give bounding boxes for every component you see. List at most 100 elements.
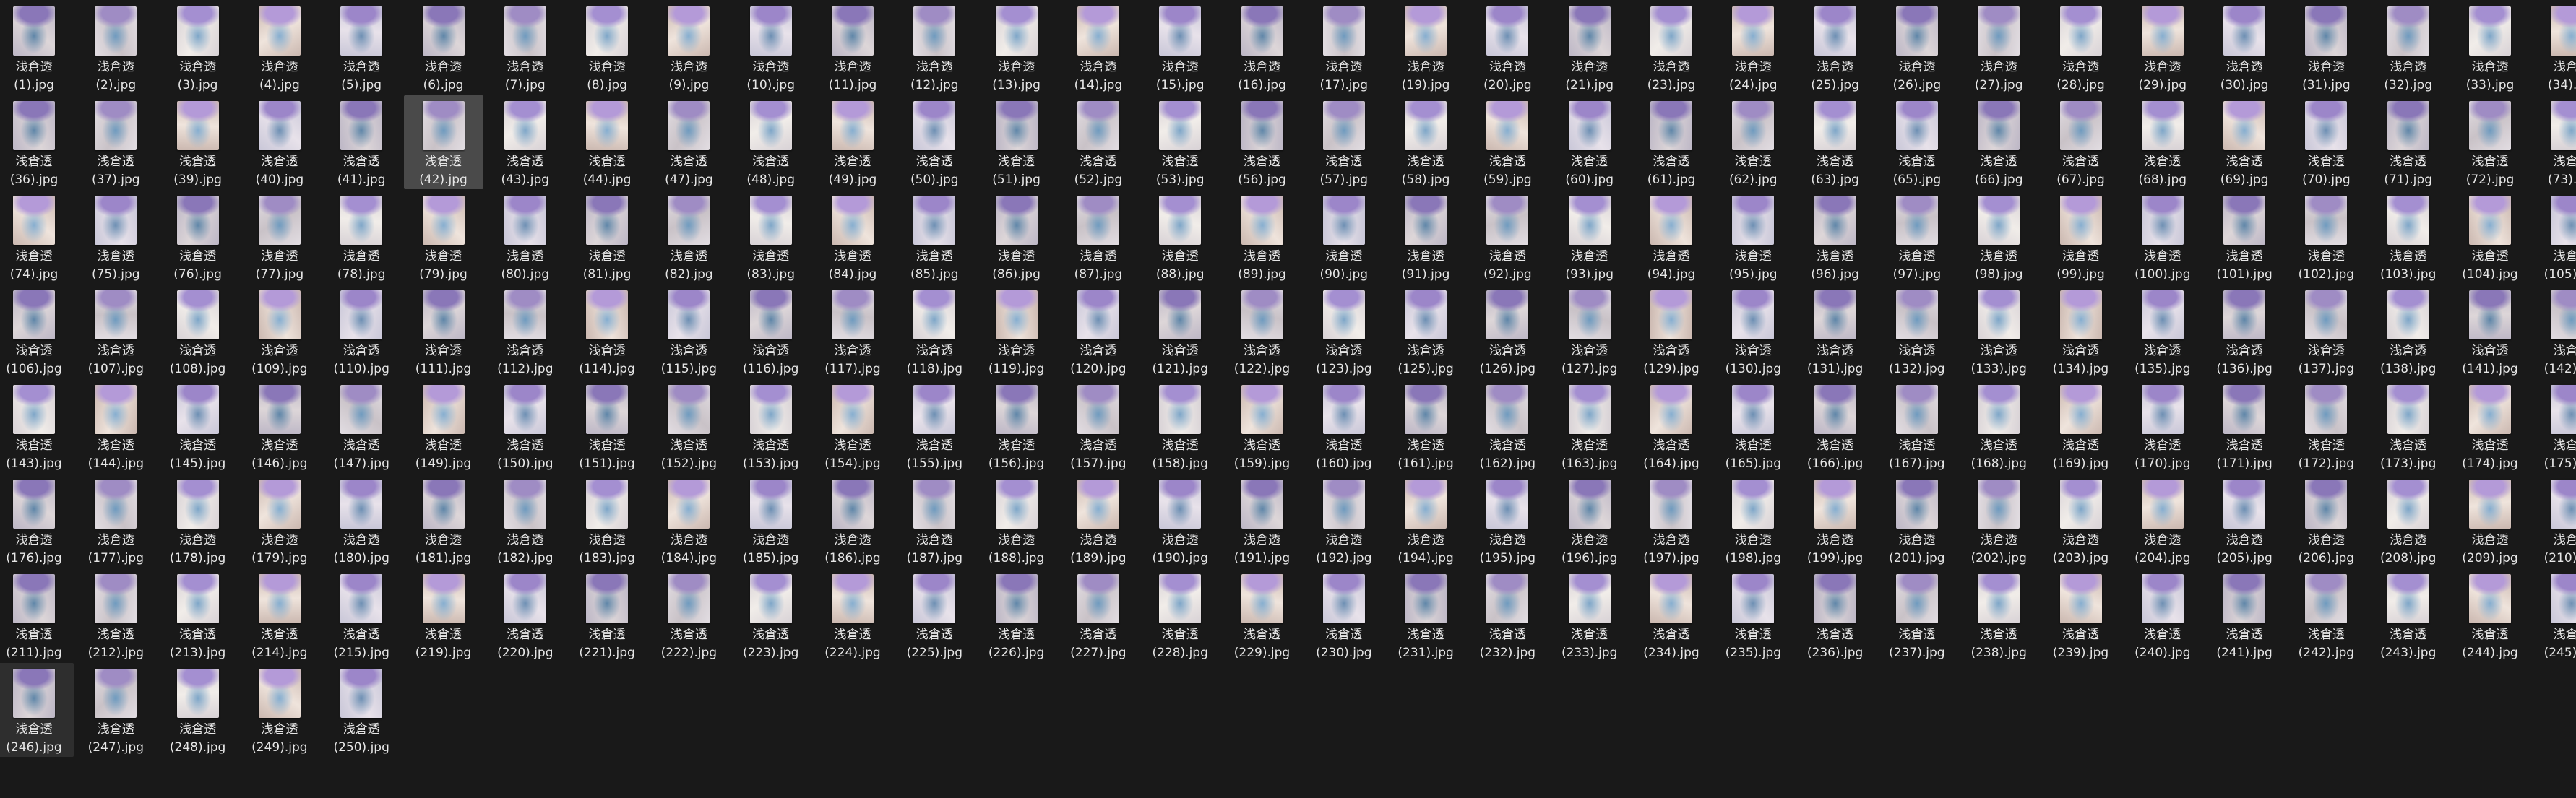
file-item[interactable]: 浅倉透 (160).jpg bbox=[1304, 379, 1384, 473]
file-item[interactable]: 浅倉透 (136).jpg bbox=[2205, 285, 2284, 378]
file-item[interactable]: 浅倉透 (199).jpg bbox=[1796, 474, 1875, 568]
file-item[interactable]: 浅倉透 (96).jpg bbox=[1796, 190, 1875, 284]
file-item[interactable]: 浅倉透 (77).jpg bbox=[240, 190, 319, 284]
file-item[interactable]: 浅倉透 (144).jpg bbox=[76, 379, 155, 473]
file-item[interactable]: 浅倉透 (221).jpg bbox=[567, 568, 647, 662]
file-item[interactable]: 浅倉透 (206).jpg bbox=[2286, 474, 2366, 568]
file-item[interactable]: 浅倉透 (119).jpg bbox=[977, 285, 1056, 378]
file-item[interactable]: 浅倉透 (93).jpg bbox=[1550, 190, 1629, 284]
file-item[interactable]: 浅倉透 (164).jpg bbox=[1632, 379, 1711, 473]
file-item[interactable]: 浅倉透 (201).jpg bbox=[1877, 474, 1957, 568]
file-item[interactable]: 浅倉透 (191).jpg bbox=[1223, 474, 1302, 568]
file-item[interactable]: 浅倉透 (74).jpg bbox=[0, 190, 74, 284]
file-item[interactable]: 浅倉透 (127).jpg bbox=[1550, 285, 1629, 378]
file-item[interactable]: 浅倉透 (85).jpg bbox=[895, 190, 974, 284]
file-item[interactable]: 浅倉透 (75).jpg bbox=[76, 190, 155, 284]
file-item[interactable]: 浅倉透 (129).jpg bbox=[1632, 285, 1711, 378]
file-item[interactable]: 浅倉透 (184).jpg bbox=[649, 474, 728, 568]
file-item[interactable]: 浅倉透 (117).jpg bbox=[813, 285, 892, 378]
file-item[interactable]: 浅倉透 (112).jpg bbox=[486, 285, 565, 378]
file-item[interactable]: 浅倉透 (39).jpg bbox=[158, 95, 238, 189]
file-item[interactable]: 浅倉透 (131).jpg bbox=[1796, 285, 1875, 378]
file-item[interactable]: 浅倉透 (225).jpg bbox=[895, 568, 974, 662]
file-item[interactable]: 浅倉透 (143).jpg bbox=[0, 379, 74, 473]
file-item[interactable]: 浅倉透 (58).jpg bbox=[1386, 95, 1465, 189]
file-item[interactable]: 浅倉透 (123).jpg bbox=[1304, 285, 1384, 378]
file-item[interactable]: 浅倉透 (40).jpg bbox=[240, 95, 319, 189]
file-item[interactable]: 浅倉透 (101).jpg bbox=[2205, 190, 2284, 284]
file-item[interactable]: 浅倉透 (81).jpg bbox=[567, 190, 647, 284]
file-item[interactable]: 浅倉透 (68).jpg bbox=[2123, 95, 2202, 189]
file-item[interactable]: 浅倉透 (89).jpg bbox=[1223, 190, 1302, 284]
file-item[interactable]: 浅倉透 (170).jpg bbox=[2123, 379, 2202, 473]
file-item[interactable]: 浅倉透 (175).jpg bbox=[2532, 379, 2576, 473]
file-item[interactable]: 浅倉透 (233).jpg bbox=[1550, 568, 1629, 662]
file-item[interactable]: 浅倉透 (126).jpg bbox=[1468, 285, 1547, 378]
file-item[interactable]: 浅倉透 (135).jpg bbox=[2123, 285, 2202, 378]
file-item[interactable]: 浅倉透 (249).jpg bbox=[240, 663, 319, 757]
file-item[interactable]: 浅倉透 (208).jpg bbox=[2369, 474, 2448, 568]
file-item[interactable]: 浅倉透 (98).jpg bbox=[1959, 190, 2038, 284]
file-item[interactable]: 浅倉透 (104).jpg bbox=[2450, 190, 2530, 284]
file-item[interactable]: 浅倉透 (196).jpg bbox=[1550, 474, 1629, 568]
file-item[interactable]: 浅倉透 (70).jpg bbox=[2286, 95, 2366, 189]
file-item[interactable]: 浅倉透 (110).jpg bbox=[322, 285, 401, 378]
file-item[interactable]: 浅倉透 (231).jpg bbox=[1386, 568, 1465, 662]
file-item[interactable]: 浅倉透 (147).jpg bbox=[322, 379, 401, 473]
file-item[interactable]: 浅倉透 (179).jpg bbox=[240, 474, 319, 568]
file-item[interactable]: 浅倉透 (50).jpg bbox=[895, 95, 974, 189]
file-item[interactable]: 浅倉透 (242).jpg bbox=[2286, 568, 2366, 662]
file-item[interactable]: 浅倉透 (8).jpg bbox=[567, 1, 647, 95]
file-item[interactable]: 浅倉透 (63).jpg bbox=[1796, 95, 1875, 189]
file-item[interactable]: 浅倉透 (97).jpg bbox=[1877, 190, 1957, 284]
file-item[interactable]: 浅倉透 (94).jpg bbox=[1632, 190, 1711, 284]
file-item[interactable]: 浅倉透 (142).jpg bbox=[2532, 285, 2576, 378]
file-item[interactable]: 浅倉透 (62).jpg bbox=[1713, 95, 1793, 189]
file-item[interactable]: 浅倉透 (5).jpg bbox=[322, 1, 401, 95]
file-item[interactable]: 浅倉透 (150).jpg bbox=[486, 379, 565, 473]
file-item[interactable]: 浅倉透 (158).jpg bbox=[1140, 379, 1220, 473]
file-item[interactable]: 浅倉透 (13).jpg bbox=[977, 1, 1056, 95]
file-item[interactable]: 浅倉透 (102).jpg bbox=[2286, 190, 2366, 284]
file-item[interactable]: 浅倉透 (189).jpg bbox=[1059, 474, 1138, 568]
file-item[interactable]: 浅倉透 (209).jpg bbox=[2450, 474, 2530, 568]
file-item[interactable]: 浅倉透 (162).jpg bbox=[1468, 379, 1547, 473]
file-item[interactable]: 浅倉透 (202).jpg bbox=[1959, 474, 2038, 568]
file-item[interactable]: 浅倉透 (47).jpg bbox=[649, 95, 728, 189]
file-item[interactable]: 浅倉透 (183).jpg bbox=[567, 474, 647, 568]
file-item[interactable]: 浅倉透 (25).jpg bbox=[1796, 1, 1875, 95]
file-item[interactable]: 浅倉透 (219).jpg bbox=[404, 568, 483, 662]
file-item[interactable]: 浅倉透 (226).jpg bbox=[977, 568, 1056, 662]
file-item[interactable]: 浅倉透 (244).jpg bbox=[2450, 568, 2530, 662]
file-item[interactable]: 浅倉透 (66).jpg bbox=[1959, 95, 2038, 189]
file-item[interactable]: 浅倉透 (210).jpg bbox=[2532, 474, 2576, 568]
file-item[interactable]: 浅倉透 (213).jpg bbox=[158, 568, 238, 662]
file-item[interactable]: 浅倉透 (168).jpg bbox=[1959, 379, 2038, 473]
file-item[interactable]: 浅倉透 (186).jpg bbox=[813, 474, 892, 568]
file-item[interactable]: 浅倉透 (181).jpg bbox=[404, 474, 483, 568]
file-item[interactable]: 浅倉透 (60).jpg bbox=[1550, 95, 1629, 189]
file-item[interactable]: 浅倉透 (159).jpg bbox=[1223, 379, 1302, 473]
file-item[interactable]: 浅倉透 (155).jpg bbox=[895, 379, 974, 473]
file-item[interactable]: 浅倉透 (163).jpg bbox=[1550, 379, 1629, 473]
file-item[interactable]: 浅倉透 (198).jpg bbox=[1713, 474, 1793, 568]
file-item[interactable]: 浅倉透 (146).jpg bbox=[240, 379, 319, 473]
file-item[interactable]: 浅倉透 (132).jpg bbox=[1877, 285, 1957, 378]
file-item[interactable]: 浅倉透 (19).jpg bbox=[1386, 1, 1465, 95]
file-item[interactable]: 浅倉透 (87).jpg bbox=[1059, 190, 1138, 284]
file-item[interactable]: 浅倉透 (7).jpg bbox=[486, 1, 565, 95]
file-item[interactable]: 浅倉透 (33).jpg bbox=[2450, 1, 2530, 95]
file-item[interactable]: 浅倉透 (10).jpg bbox=[731, 1, 811, 95]
file-item[interactable]: 浅倉透 (241).jpg bbox=[2205, 568, 2284, 662]
file-item[interactable]: 浅倉透 (6).jpg bbox=[404, 1, 483, 95]
file-item[interactable]: 浅倉透 (65).jpg bbox=[1877, 95, 1957, 189]
file-item[interactable]: 浅倉透 (79).jpg bbox=[404, 190, 483, 284]
file-item[interactable]: 浅倉透 (69).jpg bbox=[2205, 95, 2284, 189]
file-item[interactable]: 浅倉透 (4).jpg bbox=[240, 1, 319, 95]
file-item[interactable]: 浅倉透 (211).jpg bbox=[0, 568, 74, 662]
file-item[interactable]: 浅倉透 (243).jpg bbox=[2369, 568, 2448, 662]
file-item[interactable]: 浅倉透 (125).jpg bbox=[1386, 285, 1465, 378]
file-item[interactable]: 浅倉透 (188).jpg bbox=[977, 474, 1056, 568]
file-item[interactable]: 浅倉透 (56).jpg bbox=[1223, 95, 1302, 189]
file-item[interactable]: 浅倉透 (121).jpg bbox=[1140, 285, 1220, 378]
